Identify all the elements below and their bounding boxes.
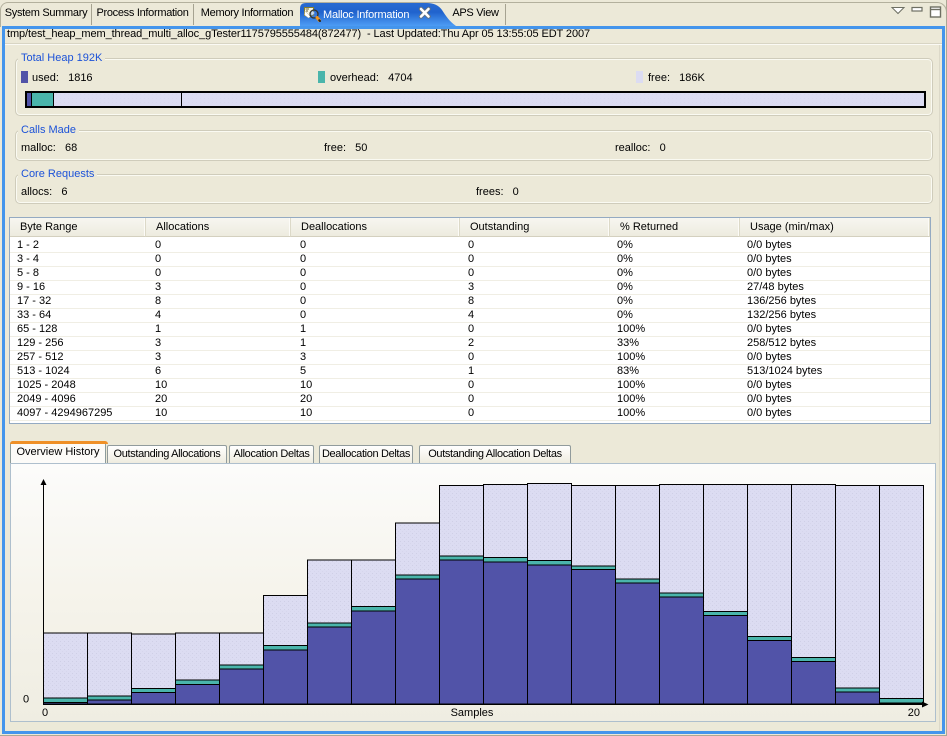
svg-text:20: 20 bbox=[908, 707, 920, 719]
svg-text:0: 0 bbox=[42, 707, 48, 719]
svg-text:Samples: Samples bbox=[451, 707, 494, 719]
svg-text:0: 0 bbox=[23, 694, 29, 706]
